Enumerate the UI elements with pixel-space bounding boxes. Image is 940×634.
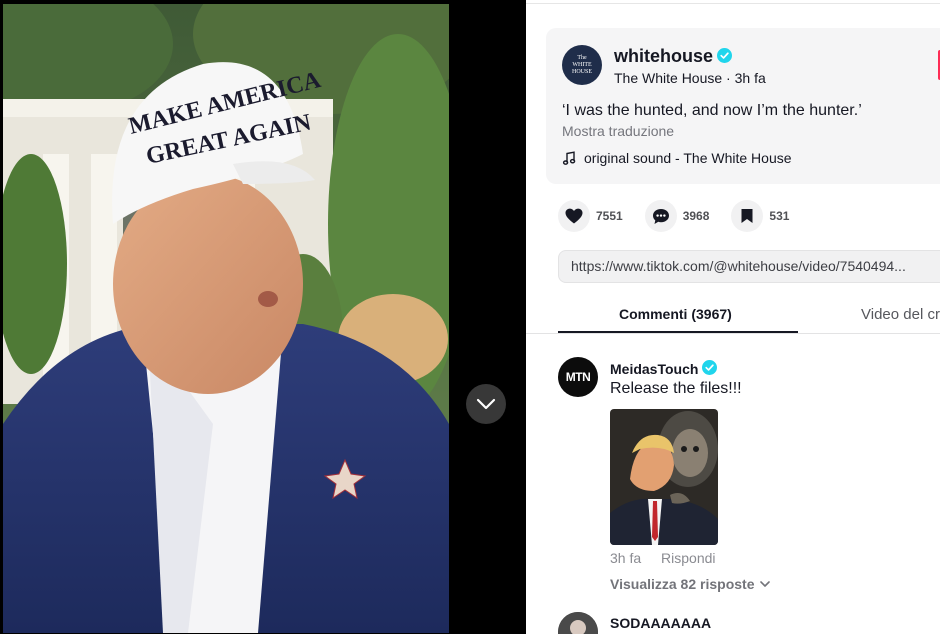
tab-bar: Commenti (3967) Video del cr bbox=[526, 296, 940, 334]
music-link[interactable]: original sound - The White House bbox=[562, 150, 792, 166]
translate-link[interactable]: Mostra traduzione bbox=[562, 123, 674, 139]
verified-badge-icon bbox=[717, 48, 733, 63]
comment-button[interactable]: 3968 bbox=[644, 200, 710, 232]
post-time: 3h fa bbox=[734, 70, 766, 86]
author-display-name: The White House bbox=[614, 70, 723, 86]
author-avatar[interactable]: The WHITE HOUSE bbox=[562, 45, 602, 85]
tab-comments[interactable]: Commenti (3967) bbox=[619, 306, 732, 322]
like-button[interactable]: 7551 bbox=[558, 200, 623, 232]
video-player[interactable]: MAKE AMERICA GREAT AGAIN bbox=[0, 0, 526, 634]
commenter-avatar[interactable] bbox=[558, 612, 598, 634]
comment-bubble-icon bbox=[652, 208, 669, 224]
save-count: 531 bbox=[769, 209, 790, 223]
comment-time: 3h fa bbox=[610, 550, 642, 566]
save-button[interactable]: 531 bbox=[731, 200, 789, 232]
view-replies-button[interactable]: Visualizza 82 risposte bbox=[610, 576, 771, 592]
comment-item: MTN MeidasTouch Release the files!!! 3h … bbox=[558, 357, 918, 597]
chevron-down-icon bbox=[760, 581, 771, 587]
reply-button[interactable]: Rispondi bbox=[661, 550, 715, 566]
next-video-button[interactable] bbox=[466, 384, 506, 424]
video-frame[interactable]: MAKE AMERICA GREAT AGAIN bbox=[3, 4, 449, 633]
tiktok-video-page: MAKE AMERICA GREAT AGAIN The WHITE HOUSE… bbox=[0, 0, 940, 634]
bookmark-icon bbox=[741, 209, 753, 223]
music-note-icon bbox=[562, 151, 576, 165]
comment-text: Release the files!!! bbox=[610, 380, 742, 397]
like-count: 7551 bbox=[596, 209, 623, 223]
commenter-username[interactable]: SODAAAAAAA bbox=[610, 615, 711, 631]
comment-meta: 3h fa Rispondi bbox=[610, 550, 716, 566]
post-caption: ‘I was the hunted, and now I’m the hunte… bbox=[562, 102, 862, 119]
post-description-card: The WHITE HOUSE whitehouse The White Hou… bbox=[546, 28, 940, 184]
comment-count: 3968 bbox=[682, 209, 710, 223]
verified-badge-icon bbox=[702, 360, 718, 375]
author-subtitle: The White House · 3h fa bbox=[614, 70, 766, 86]
active-tab-indicator bbox=[558, 331, 798, 333]
top-divider bbox=[526, 3, 940, 4]
comment-item: SODAAAAAAA bbox=[558, 612, 918, 634]
chevron-down-icon bbox=[476, 398, 496, 410]
author-username[interactable]: whitehouse bbox=[614, 46, 733, 67]
video-still-image: MAKE AMERICA GREAT AGAIN bbox=[3, 4, 449, 633]
engagement-actions: 7551 3968 531 bbox=[558, 200, 811, 232]
comment-image[interactable] bbox=[610, 409, 718, 545]
commenter-username[interactable]: MeidasTouch bbox=[610, 360, 718, 377]
copy-link-field[interactable]: https://www.tiktok.com/@whitehouse/video… bbox=[558, 250, 940, 283]
commenter-avatar[interactable]: MTN bbox=[558, 357, 598, 397]
tab-creator-videos[interactable]: Video del cr bbox=[861, 306, 940, 323]
details-panel: The WHITE HOUSE whitehouse The White Hou… bbox=[526, 0, 940, 634]
heart-icon bbox=[565, 208, 583, 224]
